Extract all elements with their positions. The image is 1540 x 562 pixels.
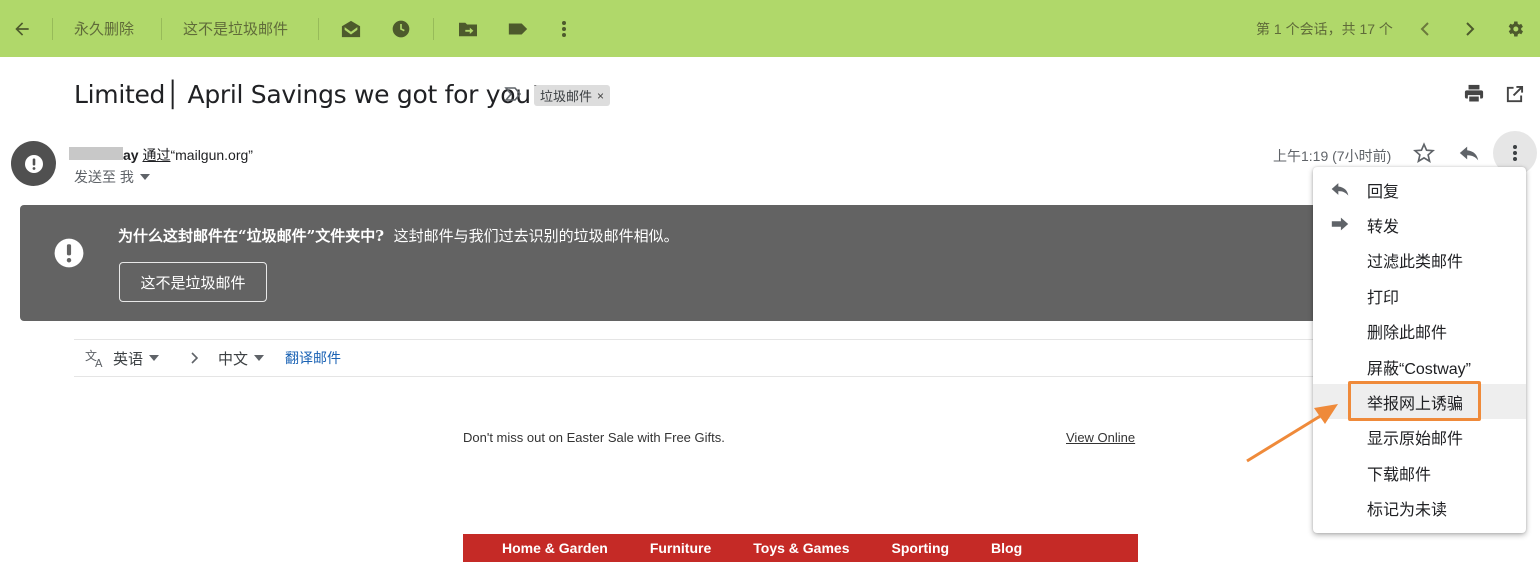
warning-icon	[24, 154, 43, 173]
email-nav-item[interactable]: Sporting	[892, 540, 950, 556]
menu-item-label: 打印	[1367, 289, 1400, 307]
label-text: 垃圾邮件	[540, 89, 593, 104]
source-language: 英语	[113, 350, 144, 368]
labels-button[interactable]	[500, 0, 536, 57]
menu-item-label: 转发	[1367, 218, 1400, 236]
folder-move-icon	[459, 22, 477, 36]
menu-item-label: 标记为未读	[1367, 501, 1448, 519]
email-nav-item[interactable]: Blog	[991, 540, 1022, 556]
chevron-left-icon	[1420, 21, 1429, 36]
translate-message-link[interactable]: 翻译邮件	[285, 340, 341, 376]
menu-item-delete[interactable]: 删除此邮件	[1313, 313, 1526, 348]
envelope-open-icon	[341, 20, 361, 37]
spam-reason: 这封邮件与我们过去识别的垃圾邮件相似。	[393, 227, 679, 245]
translate-bar: 文A 英语 中文 翻译邮件	[74, 339, 1374, 377]
delete-forever-button[interactable]: 永久删除	[74, 0, 134, 57]
warning-icon	[54, 238, 84, 268]
email-nav-item[interactable]: Toys & Games	[753, 540, 849, 556]
move-to-button[interactable]	[450, 0, 486, 57]
caret-down-icon	[254, 355, 265, 361]
newer-button[interactable]	[1407, 0, 1443, 57]
menu-item-filter[interactable]: 过滤此类邮件	[1313, 242, 1526, 277]
more-toolbar-button[interactable]	[546, 0, 582, 57]
more-vertical-icon	[562, 20, 566, 37]
translate-icon: 文A	[85, 348, 103, 368]
email-subject: Limited│ April Savings we got for you!	[74, 80, 541, 109]
view-online-link[interactable]: View Online	[1066, 430, 1135, 445]
star-icon	[1412, 142, 1436, 163]
email-nav-bar: Home & Garden Furniture Toys & Games Spo…	[463, 534, 1138, 562]
chevron-right-icon	[1466, 21, 1475, 36]
message-actions-menu: 回复 转发 过滤此类邮件 打印 删除此邮件 屏蔽“Costway” 举报网上诱骗…	[1313, 167, 1526, 533]
menu-item-label: 回复	[1367, 183, 1400, 201]
menu-item-label: 屏蔽“Costway”	[1367, 360, 1472, 378]
email-nav-item[interactable]: Furniture	[650, 540, 711, 556]
remove-label-icon[interactable]: ×	[597, 89, 604, 103]
caret-down-icon	[139, 174, 150, 180]
language-arrow	[190, 340, 198, 376]
clock-icon	[392, 20, 410, 37]
toolbar: 永久删除 这不是垃圾邮件 第 1 个会话，共 17 个	[0, 0, 1540, 57]
target-language-select[interactable]: 中文	[218, 340, 265, 376]
menu-item-block-sender[interactable]: 屏蔽“Costway”	[1313, 349, 1526, 384]
via-link[interactable]: 通过	[142, 147, 170, 163]
source-language-select[interactable]: 文A 英语	[85, 340, 160, 376]
menu-item-label: 下载邮件	[1367, 466, 1432, 484]
menu-item-mark-unread[interactable]: 标记为未读	[1313, 490, 1526, 525]
menu-item-reply[interactable]: 回复	[1313, 172, 1526, 207]
sender-domain: “mailgun.org”	[170, 147, 253, 163]
sender-name: ay	[123, 147, 139, 163]
mark-read-button[interactable]	[333, 0, 369, 57]
email-nav-item[interactable]: Home & Garden	[502, 540, 608, 556]
spam-label-chip[interactable]: 垃圾邮件 ×	[534, 85, 611, 106]
reply-icon	[1331, 183, 1349, 196]
older-button[interactable]	[1452, 0, 1488, 57]
menu-item-forward[interactable]: 转发	[1313, 207, 1526, 242]
recipient-details-toggle[interactable]: 发送至 我	[74, 167, 150, 187]
reply-button[interactable]	[1458, 144, 1480, 167]
email-tagline: Don't miss out on Easter Sale with Free …	[463, 430, 725, 445]
spam-heading: 为什么这封邮件在“垃圾邮件”文件夹中?	[118, 227, 385, 245]
menu-item-label: 过滤此类邮件	[1367, 253, 1464, 271]
menu-item-label: 删除此邮件	[1367, 324, 1448, 342]
arrow-left-icon	[15, 21, 29, 36]
star-button[interactable]	[1412, 142, 1436, 169]
importance-marker-icon[interactable]	[504, 86, 522, 102]
gear-icon	[1508, 21, 1523, 36]
message-time: 上午1:19 (7小时前)	[1273, 148, 1392, 164]
not-spam-banner-button[interactable]: 这不是垃圾邮件	[119, 262, 267, 302]
more-vertical-icon	[1513, 145, 1517, 161]
annotation-highlight-box	[1348, 381, 1481, 421]
recipient-text: 发送至 我	[74, 169, 134, 185]
sender-info: ay 通过“mailgun.org”	[123, 145, 253, 165]
forward-icon	[1331, 217, 1349, 231]
menu-item-label: 显示原始邮件	[1367, 430, 1464, 448]
sender-name-redacted	[69, 147, 123, 160]
target-language: 中文	[218, 350, 249, 368]
back-button[interactable]	[4, 0, 40, 57]
conversation-count: 第 1 个会话，共 17 个	[1256, 20, 1393, 37]
menu-item-print[interactable]: 打印	[1313, 278, 1526, 313]
not-spam-button[interactable]: 这不是垃圾邮件	[183, 0, 288, 57]
print-all-button[interactable]	[1463, 84, 1485, 109]
external-link-icon	[1506, 85, 1524, 103]
settings-button[interactable]	[1497, 0, 1533, 57]
printer-icon	[1464, 84, 1484, 103]
label-icon	[508, 23, 528, 34]
reply-icon	[1459, 146, 1479, 161]
spam-explanation: 为什么这封邮件在“垃圾邮件”文件夹中? 这封邮件与我们过去识别的垃圾邮件相似。	[118, 225, 679, 246]
menu-item-show-original[interactable]: 显示原始邮件	[1313, 419, 1526, 454]
chevron-right-icon	[191, 352, 198, 364]
sender-avatar	[11, 141, 56, 186]
snooze-button[interactable]	[383, 0, 419, 57]
caret-down-icon	[149, 355, 160, 361]
svg-text:A: A	[95, 357, 103, 368]
menu-item-download[interactable]: 下载邮件	[1313, 455, 1526, 490]
spam-warning-banner: 为什么这封邮件在“垃圾邮件”文件夹中? 这封邮件与我们过去识别的垃圾邮件相似。 …	[20, 205, 1370, 321]
open-new-window-button[interactable]	[1505, 85, 1524, 109]
